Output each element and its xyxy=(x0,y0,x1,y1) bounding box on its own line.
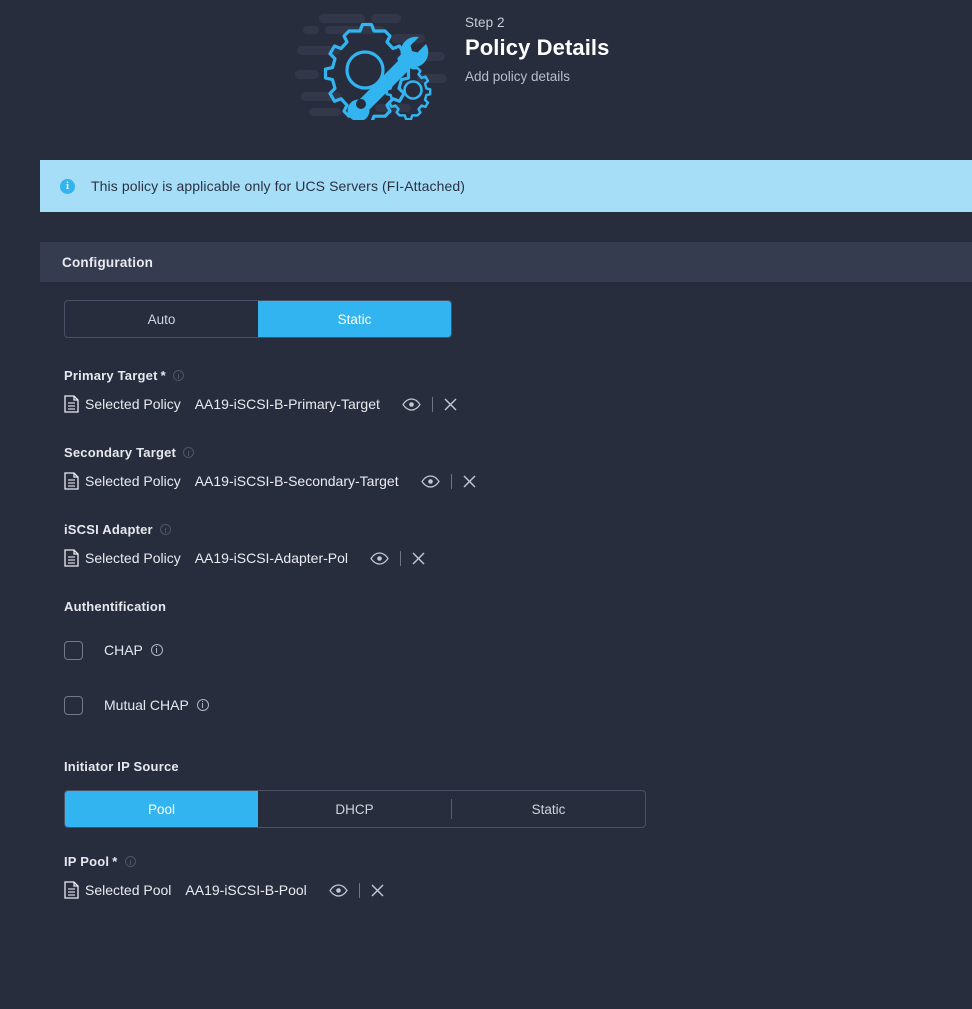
policy-details-page: Step 2 Policy Details Add policy details… xyxy=(0,0,972,1009)
close-icon[interactable] xyxy=(371,884,384,897)
initiator-ip-source-toggle-group[interactable]: Pool DHCP Static xyxy=(64,790,646,828)
eye-icon[interactable] xyxy=(402,397,421,411)
ip-source-option-pool[interactable]: Pool xyxy=(65,791,258,827)
page-subtitle: Add policy details xyxy=(465,69,571,84)
configuration-section-header: Configuration xyxy=(40,242,972,282)
ip-pool-kind: Selected Pool xyxy=(85,882,172,898)
info-banner: i This policy is applicable only for UCS… xyxy=(40,160,972,212)
gear-wrench-illustration xyxy=(295,8,455,125)
required-asterisk: * xyxy=(160,368,166,383)
info-icon[interactable] xyxy=(172,370,184,381)
info-icon[interactable] xyxy=(196,699,209,711)
action-divider xyxy=(358,882,360,898)
primary-target-label: Primary Target * xyxy=(64,368,972,383)
authentification-title: Authentification xyxy=(64,599,167,614)
ip-pool-label-text: IP Pool xyxy=(64,854,110,869)
primary-target-selected-row: Selected Policy AA19-iSCSI-B-Primary-Tar… xyxy=(64,393,972,415)
ip-pool-selected-row: Selected Pool AA19-iSCSI-B-Pool xyxy=(64,879,972,901)
secondary-target-label: Secondary Target xyxy=(64,445,972,460)
primary-target-kind: Selected Policy xyxy=(85,396,181,412)
ip-source-option-static[interactable]: Static xyxy=(452,791,645,827)
ip-source-option-dhcp[interactable]: DHCP xyxy=(258,791,451,827)
chap-checkbox-row[interactable]: CHAP xyxy=(64,639,972,661)
section-title: Configuration xyxy=(62,254,154,270)
action-divider xyxy=(400,550,402,566)
ip-pool-actions xyxy=(329,882,384,898)
chap-label-text: CHAP xyxy=(104,642,143,658)
iscsi-adapter-selected-row: Selected Policy AA19-iSCSI-Adapter-Pol xyxy=(64,547,972,569)
document-icon xyxy=(64,395,79,413)
iscsi-adapter-field: iSCSI Adapter Selected Policy AA19-iSCSI… xyxy=(64,522,972,569)
chap-label: CHAP xyxy=(104,642,163,658)
mutual-chap-checkbox-row[interactable]: Mutual CHAP xyxy=(64,694,972,716)
ip-pool-value: AA19-iSCSI-B-Pool xyxy=(185,882,307,898)
initiator-ip-source-title: Initiator IP Source xyxy=(64,759,179,774)
primary-target-label-text: Primary Target xyxy=(64,368,158,383)
document-icon xyxy=(64,881,79,899)
iscsi-adapter-kind: Selected Policy xyxy=(85,550,181,566)
page-header: Step 2 Policy Details Add policy details xyxy=(0,0,972,130)
mutual-chap-checkbox[interactable] xyxy=(64,695,83,715)
secondary-target-selected-row: Selected Policy AA19-iSCSI-B-Secondary-T… xyxy=(64,470,972,492)
iscsi-adapter-actions xyxy=(370,550,425,566)
primary-target-value: AA19-iSCSI-B-Primary-Target xyxy=(194,396,380,412)
close-icon[interactable] xyxy=(444,398,457,411)
required-asterisk: * xyxy=(112,854,118,869)
document-icon xyxy=(64,549,79,567)
mutual-chap-label: Mutual CHAP xyxy=(104,697,209,713)
mode-toggle-group[interactable]: Auto Static xyxy=(64,300,452,338)
primary-target-actions xyxy=(402,396,457,412)
eye-icon[interactable] xyxy=(370,551,389,565)
secondary-target-field: Secondary Target Selected Policy AA19-iS… xyxy=(64,445,972,492)
ip-pool-label: IP Pool * xyxy=(64,854,972,869)
eye-icon[interactable] xyxy=(420,474,440,488)
eye-icon[interactable] xyxy=(329,883,348,897)
info-icon[interactable] xyxy=(150,644,163,656)
header-text-block: Step 2 Policy Details Add policy details xyxy=(465,8,609,86)
secondary-target-kind: Selected Policy xyxy=(85,473,181,489)
info-icon[interactable] xyxy=(159,524,171,535)
mode-option-auto[interactable]: Auto xyxy=(65,301,258,337)
close-icon[interactable] xyxy=(412,552,425,565)
authentification-section: Authentification CHAP Mutual CHAP xyxy=(64,599,972,716)
info-icon: i xyxy=(60,178,75,194)
iscsi-adapter-label: iSCSI Adapter xyxy=(64,522,972,537)
action-divider xyxy=(431,396,433,412)
action-divider xyxy=(450,473,452,489)
secondary-target-value: AA19-iSCSI-B-Secondary-Target xyxy=(194,473,399,489)
page-title: Policy Details xyxy=(465,35,610,60)
iscsi-adapter-label-text: iSCSI Adapter xyxy=(64,522,153,537)
info-icon[interactable] xyxy=(183,447,195,458)
close-icon[interactable] xyxy=(463,475,476,488)
initiator-ip-source-section: Initiator IP Source Pool DHCP Static xyxy=(64,759,972,828)
chap-checkbox[interactable] xyxy=(64,640,83,660)
configuration-form: Auto Static Primary Target * Selected Po… xyxy=(0,300,972,901)
iscsi-adapter-value: AA19-iSCSI-Adapter-Pol xyxy=(194,550,349,566)
ip-pool-field: IP Pool * Selected Pool AA19-iSCSI-B-Poo… xyxy=(64,854,972,901)
primary-target-field: Primary Target * Selected Policy AA19-iS… xyxy=(64,368,972,415)
info-icon[interactable] xyxy=(124,856,136,867)
mode-option-static[interactable]: Static xyxy=(258,301,451,337)
mutual-chap-label-text: Mutual CHAP xyxy=(104,697,189,713)
step-label: Step 2 xyxy=(465,15,505,30)
document-icon xyxy=(64,472,79,490)
info-banner-text: This policy is applicable only for UCS S… xyxy=(91,178,466,194)
secondary-target-actions xyxy=(420,473,476,489)
secondary-target-label-text: Secondary Target xyxy=(64,445,177,460)
